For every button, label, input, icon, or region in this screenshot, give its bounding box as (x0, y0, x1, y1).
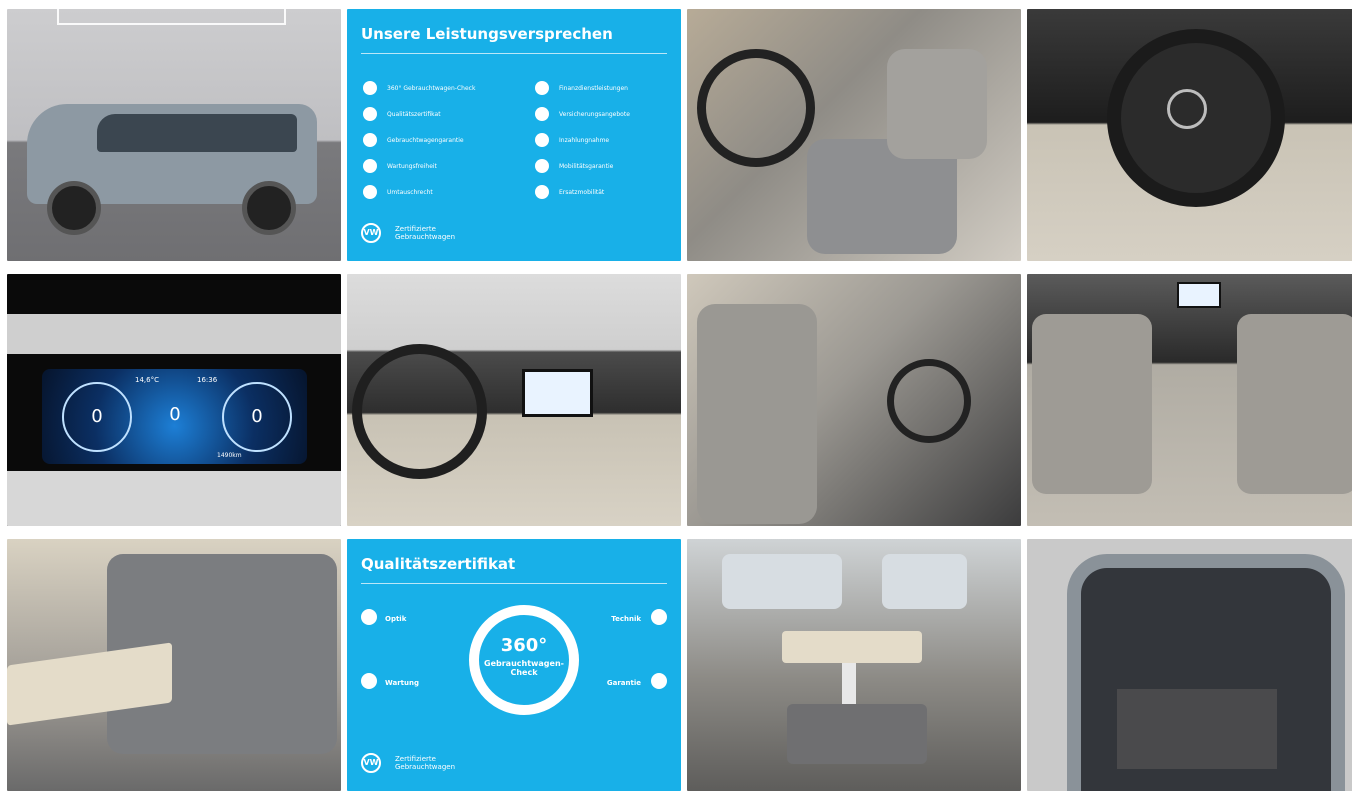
steering-wheel (352, 344, 487, 479)
check-icon (363, 81, 377, 95)
side-window (882, 554, 967, 609)
vw-logo-icon (1167, 89, 1207, 129)
swap-icon (363, 185, 377, 199)
rear-wheel (242, 181, 296, 235)
promise-item: Ersatzmobilität (535, 179, 681, 205)
seat-bench (787, 704, 927, 764)
infotainment-screen (1177, 282, 1221, 308)
promise-item: Umtauschrecht (363, 179, 513, 205)
gallery-tile-dashboard[interactable] (347, 274, 681, 526)
steering-wheel (697, 49, 815, 167)
finance-icon (535, 81, 549, 95)
table-top (782, 631, 922, 663)
shield-icon (363, 133, 377, 147)
replacement-car-icon (535, 185, 549, 199)
section-wartung: Wartung (385, 679, 419, 687)
vw-logo-icon: VW (361, 223, 381, 243)
vw-logo-icon: VW (361, 753, 381, 773)
van-windows (97, 114, 297, 152)
car-icon (535, 159, 549, 173)
odometer: 1490km (217, 452, 242, 459)
promise-item: Mobilitätsgarantie (535, 153, 681, 179)
handshake-icon (535, 133, 549, 147)
optik-icon (361, 609, 377, 625)
gallery-tile-steering[interactable] (1027, 9, 1352, 261)
ring-number: 360° (500, 635, 548, 656)
promise-item: Finanzdienstleistungen (535, 75, 681, 101)
section-technik: Technik (611, 615, 641, 623)
promise-item: Gebrauchtwagengarantie (363, 127, 513, 153)
steering-wheel (887, 359, 971, 443)
promise-item: Wartungsfreiheit (363, 153, 513, 179)
seat-back-left (1032, 314, 1152, 494)
speed-dial-left: 0 (62, 382, 132, 452)
certified-brand: VW Zertifizierte Gebrauchtwagen (361, 223, 455, 243)
wartung-icon (361, 673, 377, 689)
gallery-tile-front-cabin[interactable] (687, 9, 1021, 261)
front-wheel (47, 181, 101, 235)
promise-list-left: 360° Gebrauchtwagen-Check Qualitätszerti… (363, 75, 513, 205)
ceiling-light (57, 9, 286, 25)
promise-item: Qualitätszertifikat (363, 101, 513, 127)
check-360-ring: 360° Gebrauchtwagen-Check (469, 605, 579, 715)
divider (361, 583, 667, 584)
promise-item: Inzahlungnahme (535, 127, 681, 153)
wrench-icon (363, 159, 377, 173)
certified-brand: VW Zertifizierte Gebrauchtwagen (361, 753, 455, 773)
garantie-icon (651, 673, 667, 689)
gallery-tile-rear-bench[interactable] (7, 539, 341, 791)
ring-label: Gebrauchtwagen-Check (484, 659, 564, 677)
gallery-tile-rear-view[interactable] (1027, 274, 1352, 526)
seat-back-right (1237, 314, 1352, 494)
image-gallery-grid: Unsere Leistungsversprechen 360° Gebrauc… (7, 9, 1352, 791)
speed-dial-right: 0 (222, 382, 292, 452)
gallery-tile-trunk[interactable] (1027, 539, 1352, 791)
gallery-tile-promise[interactable]: Unsere Leistungsversprechen 360° Gebrauc… (347, 9, 681, 261)
infotainment-screen (522, 369, 593, 417)
gallery-tile-exterior[interactable] (7, 9, 341, 261)
gallery-tile-certificate[interactable]: Qualitätszertifikat Optik Wartung Techni… (347, 539, 681, 791)
promise-title: Unsere Leistungsversprechen (361, 25, 613, 43)
certificate-icon (363, 107, 377, 121)
gallery-tile-passenger-seat[interactable] (687, 274, 1021, 526)
promise-item: 360° Gebrauchtwagen-Check (363, 75, 513, 101)
clock: 16:36 (197, 376, 218, 384)
section-garantie: Garantie (606, 679, 641, 687)
dash-rim (7, 314, 341, 354)
certificate-title: Qualitätszertifikat (361, 555, 516, 573)
front-seat (697, 304, 817, 524)
cargo-area (1117, 689, 1277, 769)
center-speed: 0 (169, 404, 181, 425)
front-seat (887, 49, 987, 159)
promise-list-right: Finanzdienstleistungen Versicherungsange… (535, 75, 681, 205)
section-optik: Optik (385, 615, 407, 623)
document-icon (535, 107, 549, 121)
promise-item: Versicherungsangebote (535, 101, 681, 127)
gallery-tile-cluster[interactable]: 0 0 0 14,6°C 16:36 1490km (7, 274, 341, 526)
side-window (722, 554, 842, 609)
gallery-tile-luxury-interior[interactable] (687, 539, 1021, 791)
dash-lower (7, 471, 341, 526)
technik-icon (651, 609, 667, 625)
divider (361, 53, 667, 54)
temperature: 14,6°C (135, 376, 159, 384)
